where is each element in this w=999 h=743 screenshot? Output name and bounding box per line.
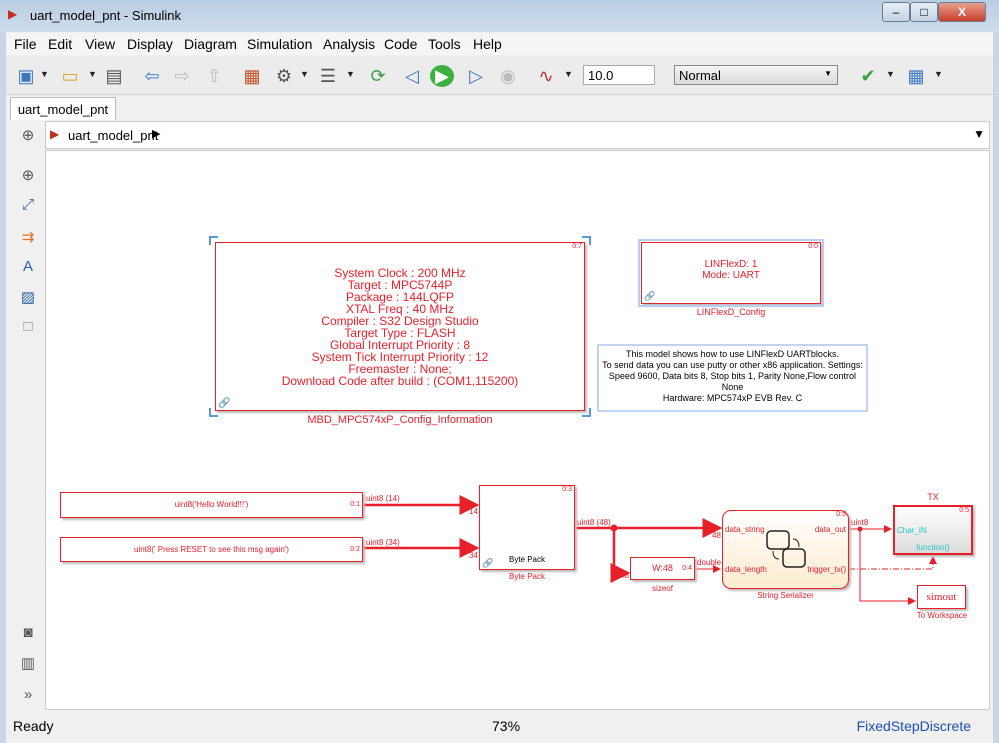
info-line: Download Code after build : (COM1,115200… <box>281 374 519 388</box>
stateflow-icon <box>766 530 806 568</box>
port-width: 34 <box>469 551 478 560</box>
block-text: simout <box>926 591 957 603</box>
sizeof-label: sizeof <box>652 584 673 593</box>
note-line: This model shows how to use LINFlexD UAR… <box>626 349 839 359</box>
block-tag: 0:2 <box>350 546 360 553</box>
block-text: Byte Pack <box>508 555 545 564</box>
block-tag: 0:7 <box>572 243 582 250</box>
to-workspace-label: To Workspace <box>916 611 968 620</box>
block-tag: 0:1 <box>350 501 360 508</box>
signal-to-sizeof <box>610 528 631 583</box>
constant-press-reset-block[interactable]: 0:2 uint8(' Press RESET to see this msg … <box>60 537 363 562</box>
port-width: 48 <box>712 531 721 540</box>
string-serializer-label: String Serializer <box>757 591 814 600</box>
block-tag: 0:5 <box>836 511 846 518</box>
block-tag: 0:3 <box>562 486 572 493</box>
signal-label: uint8 (14) <box>366 494 400 503</box>
port-function: function() <box>916 543 950 552</box>
link-icon: 🔗 <box>644 291 656 301</box>
byte-pack-block[interactable]: 0:3 Byte Pack 🔗 <box>479 485 575 570</box>
linflexd-config-block[interactable]: 0:0 LINFlexD: 1 Mode: UART 🔗 <box>638 239 824 307</box>
byte-pack-label: Byte Pack <box>508 572 545 581</box>
block-tag: 0:4 <box>682 565 692 572</box>
sizeof-block[interactable]: 0:4 W:48 <box>630 557 695 580</box>
port-width: 48 <box>620 571 629 580</box>
block-tag: 0:5 <box>959 507 969 514</box>
port-data-length: data_length <box>725 565 767 574</box>
string-serializer-chart[interactable]: 0:5 data_string data_length data_out tri… <box>722 510 849 589</box>
port-width: 14 <box>469 507 478 516</box>
tx-subsystem[interactable]: 0:5 Char_IN function() <box>893 505 973 555</box>
config-info-label: MBD_MPC574xP_Config_Information <box>307 414 493 426</box>
signal-trigger <box>849 556 937 570</box>
block-text: W:48 <box>652 563 673 573</box>
to-workspace-block[interactable]: simout <box>917 585 966 609</box>
signal-label: uint8 (48) <box>577 518 611 527</box>
solver-link[interactable]: FixedStepDiscrete <box>857 718 971 734</box>
block-tag: 0:0 <box>808 243 818 250</box>
port-trigger-tx: trigger_tx() <box>807 565 846 574</box>
note-line: Hardware: MPC574xP EVB Rev. C <box>662 393 803 403</box>
tx-title: TX <box>927 492 939 502</box>
model-note[interactable]: This model shows how to use LINFlexD UAR… <box>597 344 868 412</box>
link-icon: 🔗 <box>218 398 231 409</box>
constant-value: uint8('Hello World!!!') <box>174 500 249 509</box>
lin-line: Mode: UART <box>702 270 760 281</box>
port-data-string: data_string <box>725 525 765 534</box>
constant-value: uint8(' Press RESET to see this msg agai… <box>134 545 289 554</box>
status-text: Ready <box>13 718 54 734</box>
signal-label: double <box>697 558 722 567</box>
port-char-in: Char_IN <box>897 526 927 535</box>
signal-label: uint8 (34) <box>366 538 400 547</box>
signal-label: uint8 <box>851 518 869 527</box>
junction-point <box>610 524 618 532</box>
note-line: Speed 9600, Data bits 8, Stop bits 1, Pa… <box>608 371 857 392</box>
port-data-out: data_out <box>814 525 846 534</box>
note-line: To send data you can use putty or other … <box>602 360 863 370</box>
status-bar: Ready 73% FixedStepDiscrete <box>6 712 993 743</box>
junction-point <box>857 526 863 532</box>
constant-hello-block[interactable]: 0:1 uint8('Hello World!!!') <box>60 492 363 518</box>
linflexd-config-label: LINFlexD_Config <box>696 307 766 317</box>
lin-line: LINFlexD: 1 <box>704 259 758 270</box>
zoom-level: 73% <box>492 718 521 734</box>
config-info-block[interactable]: 0:7 System Clock : 200 MHz Target : MPC5… <box>215 242 585 411</box>
link-icon: 🔗 <box>482 558 494 568</box>
